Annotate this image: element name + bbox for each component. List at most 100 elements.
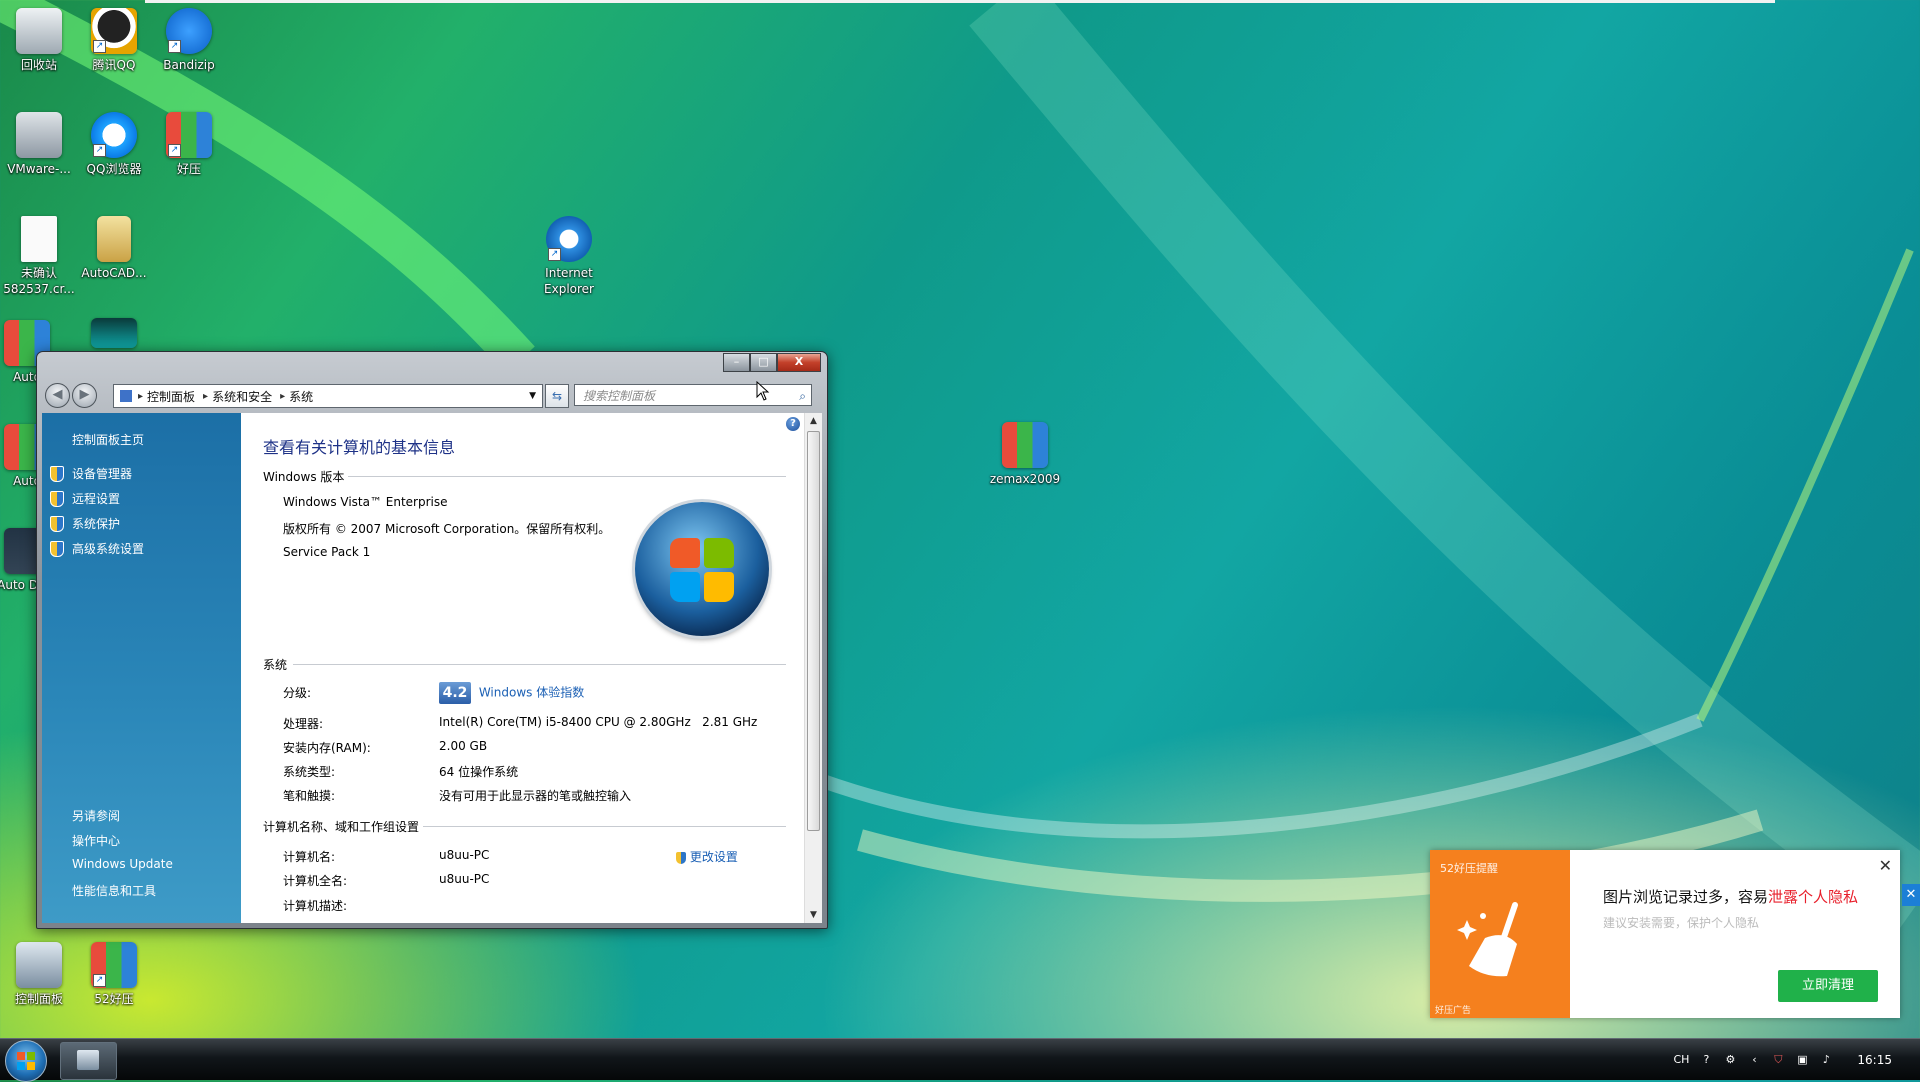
popup-side-close-icon[interactable]: ✕: [1902, 884, 1920, 906]
close-button[interactable]: X: [777, 353, 821, 372]
forward-arrow-icon: ▶: [79, 387, 90, 402]
ram-label: 安装内存(RAM):: [283, 741, 371, 755]
address-dropdown-icon[interactable]: ▼: [529, 391, 536, 401]
refresh-button[interactable]: ⇆: [545, 384, 569, 408]
popup-close-button[interactable]: ✕: [1879, 856, 1892, 875]
desktop-icon-recycle-bin[interactable]: 回收站: [2, 8, 76, 73]
sidebar-item-advanced-settings[interactable]: 高级系统设置: [50, 540, 144, 557]
edition-section-header: Windows 版本: [263, 468, 786, 485]
desktop-icon-zemax[interactable]: zemax2009: [988, 422, 1062, 487]
haozip-notification-popup: 52好压提醒 好压广告 ✕ 图片浏览记录过多，容易泄露个人隐私 建议安装需要，保…: [1430, 850, 1900, 1018]
rating-label: 分级:: [283, 686, 312, 700]
sidebar-item-label[interactable]: 远程设置: [72, 490, 120, 507]
desktop-icon-control-panel[interactable]: 控制面板: [2, 942, 76, 1007]
system-type-value: 64 位操作系统: [439, 765, 519, 779]
task-sidebar: 控制面板主页 设备管理器 远程设置 系统保护 高级系统设置 另请参阅 操作中心 …: [42, 413, 241, 923]
section-label: 系统: [263, 658, 288, 672]
address-bar[interactable]: ▸ 控制面板 ▸ 系统和安全 ▸ 系统 ▼: [113, 384, 543, 408]
desktop-icon-qq[interactable]: ↗ 腾讯QQ: [77, 8, 151, 73]
experience-index[interactable]: 4.2 Windows 体验指数: [439, 682, 584, 704]
sidebar-item-device-manager[interactable]: 设备管理器: [50, 465, 132, 482]
clean-now-button[interactable]: 立即清理: [1778, 970, 1878, 1002]
windows-flag-icon: [27, 1062, 35, 1070]
desktop-icon-internet-explorer[interactable]: ↗ Internet Explorer: [532, 216, 606, 297]
volume-icon[interactable]: ♪: [1819, 1053, 1833, 1067]
security-alert-icon[interactable]: ⛉: [1771, 1053, 1785, 1067]
forward-button[interactable]: ▶: [72, 383, 97, 408]
scrollbar-thumb[interactable]: [807, 431, 820, 831]
windows-flag-icon: [17, 1062, 25, 1070]
desktop-icon-bandizip[interactable]: ↗ Bandizip: [152, 8, 226, 73]
experience-score-badge[interactable]: 4.2: [439, 682, 471, 704]
haozip-icon: ↗: [91, 942, 137, 988]
computer-name-value: u8uu-PC: [439, 848, 490, 862]
sidebar-item-remote-settings[interactable]: 远程设置: [50, 490, 120, 507]
taskbar-system-window-button[interactable]: [60, 1042, 117, 1080]
haozip-icon: ↗: [166, 112, 212, 158]
sidebar-item-label[interactable]: 系统保护: [72, 515, 120, 532]
full-computer-name-value: u8uu-PC: [439, 872, 490, 886]
window-titlebar[interactable]: – □ X: [37, 352, 827, 376]
uac-shield-icon: [50, 516, 64, 532]
see-also-windows-update[interactable]: Windows Update: [72, 857, 173, 871]
popup-brand-panel: 52好压提醒 好压广告: [1430, 850, 1570, 1018]
start-button[interactable]: [5, 1040, 47, 1082]
see-also-action-center[interactable]: 操作中心: [72, 832, 120, 849]
popup-message-highlight: 泄露个人隐私: [1768, 888, 1859, 906]
network-icon[interactable]: ▣: [1795, 1053, 1809, 1067]
tray-settings-icon[interactable]: ⚙: [1723, 1053, 1737, 1067]
broom-icon: [1457, 902, 1518, 977]
popup-ad-tag: 好压广告: [1435, 1006, 1472, 1016]
uac-shield-icon: [50, 491, 64, 507]
sidebar-item-system-protection[interactable]: 系统保护: [50, 515, 120, 532]
shortcut-arrow-icon: ↗: [548, 248, 561, 261]
vertical-scrollbar[interactable]: ▲ ▼: [804, 413, 822, 923]
folder-icon: [97, 216, 131, 262]
sidebar-item-label[interactable]: 设备管理器: [72, 465, 132, 482]
change-settings-link[interactable]: 更改设置: [676, 848, 738, 865]
section-divider: [348, 476, 786, 477]
popup-subtitle: 建议安装需要，保护个人隐私: [1603, 916, 1760, 930]
breadcrumb-system-security[interactable]: 系统和安全: [212, 388, 272, 405]
desktop-icon-autocad-folder[interactable]: AutoCAD...: [77, 216, 151, 281]
sidebar-item-label[interactable]: 高级系统设置: [72, 540, 144, 557]
search-input[interactable]: 搜索控制面板 ⌕: [574, 384, 812, 406]
show-hidden-icons-icon[interactable]: ‹: [1747, 1053, 1761, 1067]
popup-brand-title: 52好压提醒: [1440, 862, 1498, 875]
desktop-icon-vmware[interactable]: VMware-...: [2, 112, 76, 177]
language-indicator[interactable]: CH: [1673, 1053, 1689, 1066]
desktop-icon-unconfirmed-download[interactable]: 未确认 582537.cr...: [2, 216, 76, 297]
search-icon[interactable]: ⌕: [799, 385, 806, 407]
section-label: 计算机名称、域和工作组设置: [263, 820, 420, 834]
sidebar-control-panel-home[interactable]: 控制面板主页: [72, 431, 144, 448]
back-button[interactable]: ◀: [45, 383, 70, 408]
experience-index-link[interactable]: Windows 体验指数: [479, 686, 584, 700]
change-settings-label[interactable]: 更改设置: [690, 850, 738, 864]
see-also-performance-tools[interactable]: 性能信息和工具: [72, 882, 156, 899]
refresh-icon: ⇆: [551, 389, 563, 403]
help-icon[interactable]: ?: [786, 417, 800, 431]
minimize-button[interactable]: –: [723, 353, 750, 372]
shortcut-arrow-icon: ↗: [93, 974, 106, 987]
breadcrumb-separator-icon: ▸: [203, 390, 209, 402]
scroll-down-icon[interactable]: ▼: [805, 907, 822, 923]
system-tray: CH ? ⚙ ‹ ⛉ ▣ ♪ 16:15: [1673, 1039, 1892, 1080]
scroll-up-icon[interactable]: ▲: [805, 413, 822, 429]
desktop-icon-haozip[interactable]: ↗ 好压: [152, 112, 226, 177]
desktop-icon-52haozip[interactable]: ↗ 52好压: [77, 942, 151, 1007]
desktop-icon-teal-app[interactable]: [77, 318, 151, 351]
help-tray-icon[interactable]: ?: [1699, 1053, 1713, 1067]
desktop-icon-qq-browser[interactable]: ↗ QQ浏览器: [77, 112, 151, 177]
taskbar: CH ? ⚙ ‹ ⛉ ▣ ♪ 16:15: [0, 1038, 1920, 1082]
full-computer-name-label: 计算机全名:: [283, 874, 348, 888]
clock[interactable]: 16:15: [1857, 1053, 1892, 1067]
computer-name-label: 计算机名:: [283, 850, 336, 864]
breadcrumb-system[interactable]: 系统: [289, 388, 313, 405]
uac-shield-icon: [50, 541, 64, 557]
service-pack: Service Pack 1: [283, 545, 371, 559]
maximize-button[interactable]: □: [750, 353, 777, 372]
breadcrumb-control-panel[interactable]: 控制面板: [147, 388, 195, 405]
computer-description-label: 计算机描述:: [283, 899, 348, 913]
system-section-header: 系统: [263, 656, 786, 673]
internet-explorer-icon: ↗: [546, 216, 592, 262]
